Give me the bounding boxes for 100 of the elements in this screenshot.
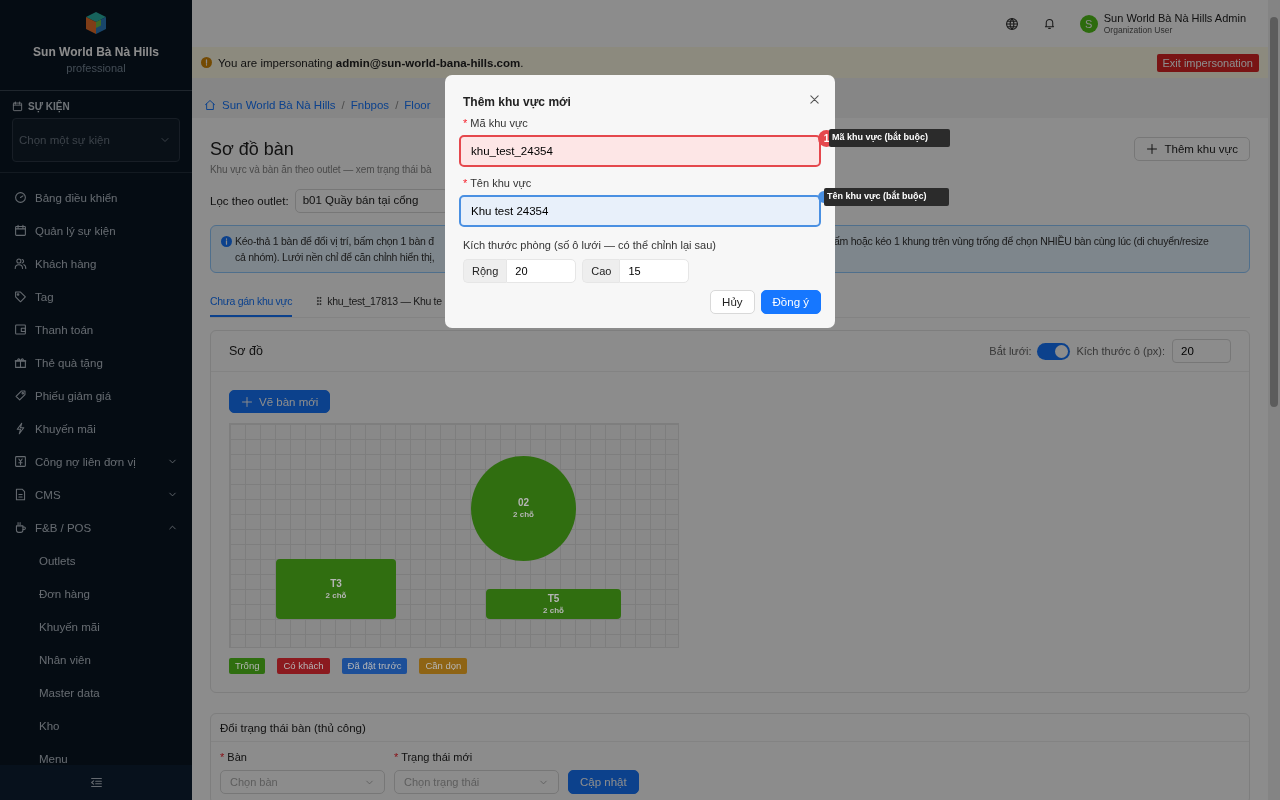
nav-subitem[interactable]: Nhân viên — [0, 643, 192, 676]
lightning-icon — [14, 422, 27, 435]
nav-item[interactable]: CMS — [0, 478, 192, 511]
section-title: SỰ KIỆN — [28, 101, 70, 112]
bell-icon[interactable] — [1042, 17, 1056, 30]
logo-icon — [85, 11, 107, 35]
exit-impersonation-button[interactable]: Exit impersonation — [1156, 53, 1259, 72]
seat-count: 2 chỗ — [543, 604, 564, 616]
nav-item[interactable]: Quản lý sự kiện — [0, 214, 192, 247]
nav-item[interactable]: Phiếu giảm giá — [0, 379, 192, 412]
gauge-icon — [14, 191, 27, 204]
plus-icon — [241, 395, 253, 408]
scrollbar[interactable] — [1268, 0, 1280, 800]
calendar-icon — [12, 101, 23, 112]
banner-message: You are impersonating admin@sun-world-bana-hills.com. — [218, 56, 524, 69]
tab[interactable]: Chưa gán khu vực — [210, 295, 293, 317]
field-label: * Bàn — [220, 751, 248, 763]
status-tag: Trống — [229, 658, 266, 674]
nav-subitem[interactable]: Master data — [0, 676, 192, 709]
tooltip: Mã khu vực (bắt buộc) — [829, 129, 951, 147]
tag-icon — [14, 389, 27, 402]
field-addon: Rộng — [463, 259, 507, 283]
plan-label: professional — [66, 62, 126, 74]
wallet-icon — [14, 323, 27, 336]
calendar-icon — [14, 224, 27, 237]
toggle-switch[interactable] — [1037, 342, 1071, 360]
breadcrumb-link[interactable]: Floor — [404, 98, 431, 111]
nav-subitem[interactable]: Menu — [0, 742, 192, 765]
nav-item[interactable]: F&B / POS — [0, 511, 192, 544]
nav-item[interactable]: Thẻ quà tặng — [0, 346, 192, 379]
field-addon: Cao — [582, 259, 620, 283]
cell-size-field[interactable]: 20 — [1172, 339, 1231, 363]
page-title: Sơ đồ bàn — [210, 139, 295, 160]
status-tag: Đã đặt trước — [341, 658, 408, 674]
nav-item[interactable]: Tag — [0, 280, 192, 313]
globe-icon[interactable] — [1004, 16, 1019, 31]
tag-icon — [14, 290, 27, 303]
cell-size-label: Kích thước ô (px): — [1076, 345, 1165, 357]
table-name: T5 — [547, 592, 560, 605]
close-icon[interactable] — [808, 92, 821, 106]
tab[interactable]: khu_test_17813 — Khu te — [314, 295, 442, 317]
brand-name: Sun World Bà Nà Hills — [33, 45, 159, 59]
add-area-button[interactable]: Thêm khu vực — [1134, 137, 1250, 161]
table-shape[interactable]: T5 2 chỗ — [486, 589, 621, 619]
seat-count: 2 chỗ — [513, 509, 534, 520]
home-icon[interactable] — [204, 98, 216, 111]
page-subtitle: Khu vực và bàn ăn theo outlet — xem trạng thái bà — [210, 164, 432, 175]
field-label: * Mã khu vực — [463, 117, 529, 129]
info-icon — [221, 236, 232, 247]
confirm-button[interactable]: Đồng ý — [760, 290, 821, 314]
table-name: T3 — [330, 577, 342, 590]
nav-item[interactable]: Khuyến mãi — [0, 412, 192, 445]
user-name: Sun World Bà Nà Hills Admin — [1103, 12, 1246, 24]
nav-item[interactable]: Khách hàng — [0, 247, 192, 280]
nav-subitem[interactable]: Kho — [0, 709, 192, 742]
alert-text: cả nhóm). Lưới nền chỉ để căn chỉnh hiển thị, — [235, 250, 436, 265]
nav-item[interactable]: Công nợ liên đơn vị — [0, 445, 192, 478]
seat-count: 2 chỗ — [325, 589, 347, 601]
tooltip: Tên khu vực (bắt buộc) — [824, 188, 949, 206]
nav-subitem[interactable]: Outlets — [0, 544, 192, 577]
update-button[interactable]: Cập nhật — [568, 770, 639, 794]
alert-text: ấm hoặc kéo 1 khung trên vùng trống để chọn NHIỀU bàn cùng lúc (di chuyển/resize — [834, 234, 1210, 249]
field-label: * Trạng thái mới — [394, 751, 474, 763]
status-tag: Có khách — [277, 658, 330, 674]
dialog-title: Thêm khu vực mới — [463, 95, 571, 109]
breadcrumb-separator: / — [395, 98, 399, 111]
nav-item[interactable]: Thanh toán — [0, 313, 192, 346]
text-field[interactable]: khu_test_24354 — [459, 135, 821, 167]
nav-subitem[interactable]: Khuyến mãi — [0, 610, 192, 643]
field-label: * Tên khu vực — [463, 177, 533, 189]
document-icon — [14, 488, 27, 501]
snap-label: Bắt lưới: — [989, 345, 1032, 357]
menu-fold-icon[interactable] — [89, 776, 103, 789]
breadcrumb-separator: / — [341, 98, 345, 111]
draw-table-button[interactable]: Vẽ bàn mới — [229, 390, 331, 413]
number-field[interactable]: 20 — [506, 259, 577, 283]
status-tag: Cần dọn — [419, 658, 468, 674]
filter-label: Lọc theo outlet: — [210, 195, 289, 207]
text-field[interactable]: Khu test 24354 — [459, 195, 821, 227]
plus-icon — [1146, 143, 1159, 155]
alert-text: Kéo-thả 1 bàn để đổi vị trí, bấm chọn 1 bàn đ — [235, 234, 435, 249]
gift-icon — [14, 356, 27, 369]
table-name: 02 — [517, 497, 530, 509]
table-shape[interactable]: T3 2 chỗ — [276, 559, 396, 619]
breadcrumb-link[interactable]: Fnbpos — [350, 98, 390, 111]
field-label: Kích thước phòng (số ô lưới — có thể chỉnh lại sau) — [463, 239, 717, 251]
nav-subitem[interactable]: Đơn hàng — [0, 577, 192, 610]
nav-item[interactable]: Bảng điều khiển — [0, 181, 192, 214]
table-shape[interactable]: 02 2 chỗ — [471, 456, 576, 561]
card-title: Sơ đồ — [229, 344, 263, 358]
cancel-button[interactable]: Hủy — [710, 290, 755, 314]
breadcrumb-link[interactable]: Sun World Bà Nà Hills — [222, 98, 336, 111]
cup-icon — [14, 521, 27, 534]
user-role: Organization User — [1103, 25, 1174, 35]
card-title: Đổi trạng thái bàn (thủ công) — [220, 721, 366, 734]
warning-icon — [201, 57, 212, 68]
number-field[interactable]: 15 — [619, 259, 690, 283]
avatar[interactable]: S — [1079, 14, 1098, 33]
users-icon — [14, 257, 27, 270]
ledger-icon — [14, 455, 27, 468]
